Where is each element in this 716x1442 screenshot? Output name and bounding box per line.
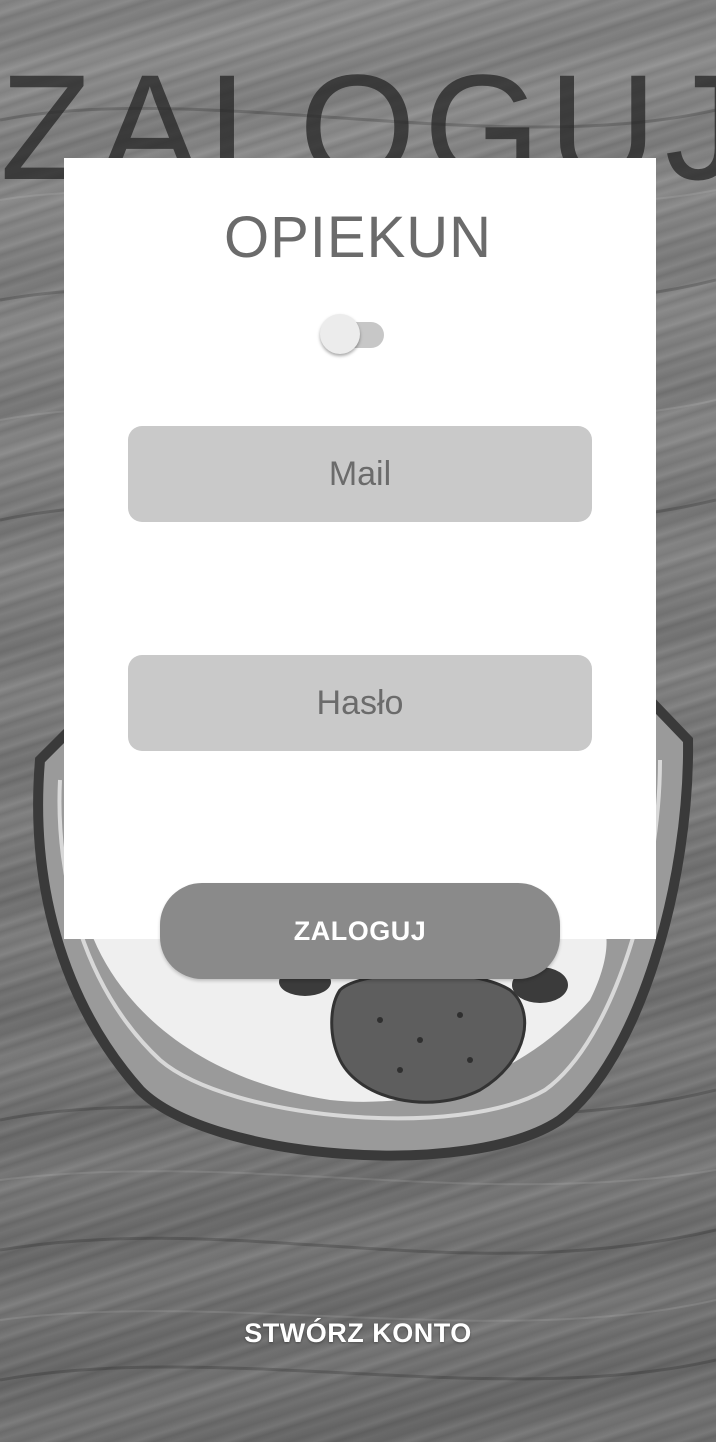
create-account-link[interactable]: STWÓRZ KONTO [0,1318,716,1349]
role-title: OPIEKUN [223,205,493,270]
login-button[interactable]: ZALOGUJ [160,883,560,979]
login-card [64,158,656,939]
switch-thumb [320,314,360,354]
password-input[interactable] [128,655,592,751]
role-toggle-switch[interactable] [320,314,386,358]
mail-input[interactable] [128,426,592,522]
